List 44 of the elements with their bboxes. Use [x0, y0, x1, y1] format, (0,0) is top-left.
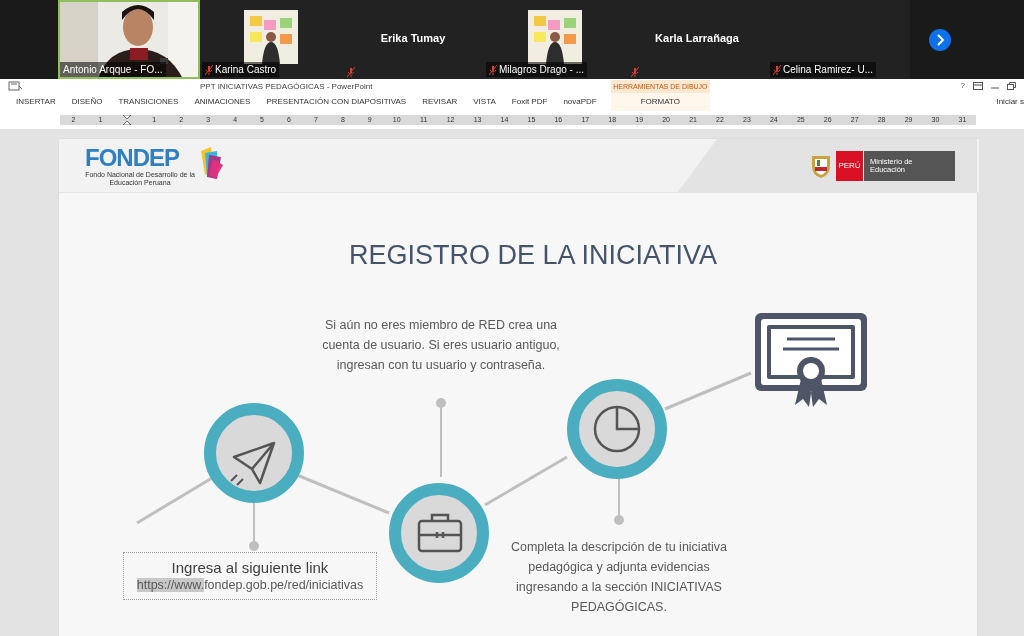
ribbon-tab[interactable]: TRANSICIONES: [110, 93, 187, 111]
point-marker: [249, 541, 259, 551]
ribbon-tab[interactable]: VISTA: [465, 93, 504, 111]
leader-line: [253, 502, 255, 542]
ribbon-tab[interactable]: FORMATO: [610, 93, 710, 111]
sign-in-link[interactable]: Iniciar s: [996, 96, 1024, 108]
next-page-button[interactable]: [929, 28, 951, 51]
slide-title: REGISTRO DE LA INICIATIVA: [347, 239, 719, 272]
save-icon[interactable]: [8, 81, 22, 91]
link-text-box[interactable]: Ingresa al siguiente link https://www.fondep.gob.pe/red/iniciativas: [123, 552, 377, 600]
help-button[interactable]: ?: [960, 80, 965, 92]
leader-line: [440, 407, 442, 478]
pie-chart-icon: [567, 379, 667, 479]
briefcase-icon: [389, 483, 489, 583]
leader-line: [618, 478, 620, 516]
participant-name: Antonio Arqque - FO...: [63, 63, 163, 77]
country-label: PERÚ: [836, 151, 863, 181]
indent-marker[interactable]: [123, 115, 132, 125]
video-tile[interactable]: Antonio Arqque - FO...: [58, 0, 200, 79]
coat-of-arms-icon: [810, 153, 832, 179]
ribbon-tab[interactable]: ANIMACIONES: [186, 93, 259, 111]
participant-name: Milagros Drago - ...: [499, 63, 585, 77]
ribbon-tab[interactable]: PRESENTACIÓN CON DIAPOSITIVAS: [258, 93, 415, 111]
paper-plane-icon: [204, 403, 304, 503]
ribbon-tab[interactable]: REVISAR: [414, 93, 466, 111]
step-text: Completa la descripción de tu iniciativa pedagógica y adjunta evidencias ingresando a la sección INICIATIVAS PEDAGÓGICAS.: [509, 539, 729, 616]
step-text: Si aún no eres miembro de RED crea una cuenta de usuario. Si eres usuario antiguo, ingresan con tu usuario y contraseña.: [321, 317, 561, 374]
point-marker: [614, 515, 624, 525]
link-url[interactable]: https://www.fondep.gob.pe/red/iniciativas: [124, 577, 376, 593]
participant-name: Karina Castro: [215, 63, 277, 77]
window-title: PPT INICIATIVAS PEDAGÓGICAS - PowerPoint: [200, 81, 373, 93]
participant-name: Celina Ramirez- U...: [783, 63, 874, 77]
point-marker: [436, 398, 446, 408]
ribbon-tab[interactable]: DISEÑO: [63, 93, 111, 111]
participant-name: Karla Larrañaga: [654, 31, 740, 46]
ribbon-tab[interactable]: INSERTAR: [8, 93, 64, 111]
participant-name: Erika Tumay: [379, 31, 447, 46]
link-heading: Ingresa al siguiente link: [170, 559, 330, 577]
restore-icon[interactable]: [1007, 82, 1016, 90]
logo-text: FONDEP: [85, 145, 180, 171]
ribbon-display-icon[interactable]: [973, 82, 983, 90]
certificate-icon: [755, 313, 867, 407]
ribbon-tab[interactable]: novaPDF: [555, 93, 605, 111]
ribbon-tab[interactable]: Foxit PDF: [503, 93, 556, 111]
